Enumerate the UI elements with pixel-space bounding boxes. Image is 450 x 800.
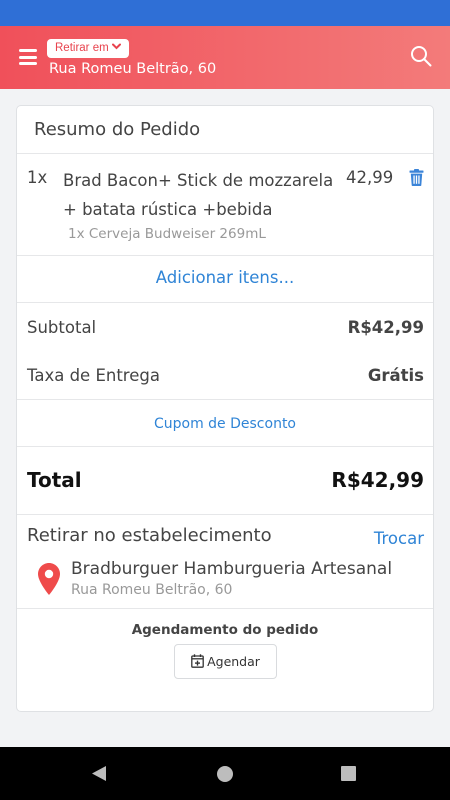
item-price: 42,99 <box>346 168 394 187</box>
pickup-title: Retirar no estabelecimento <box>27 525 272 546</box>
divider <box>17 302 433 303</box>
schedule-button[interactable]: Agendar <box>174 644 277 679</box>
android-nav-bar <box>0 747 450 800</box>
recent-apps-icon[interactable] <box>341 766 356 781</box>
order-summary-card: Resumo do Pedido 1x Brad Bacon+ Stick de… <box>16 105 434 712</box>
subtotal-value: R$42,99 <box>347 318 424 337</box>
divider <box>17 153 433 154</box>
coupon-link[interactable]: Cupom de Desconto <box>17 416 433 432</box>
trash-icon[interactable] <box>409 169 424 186</box>
app-header: Retirar em Rua Romeu Beltrão, 60 <box>0 26 450 89</box>
item-quantity: 1x <box>27 168 48 187</box>
schedule-title: Agendamento do pedido <box>131 622 319 638</box>
status-bar <box>0 0 450 26</box>
divider <box>17 608 433 609</box>
menu-icon[interactable] <box>19 49 37 65</box>
pickup-mode-label: Retirar em <box>55 42 109 54</box>
chevron-down-icon <box>111 43 121 50</box>
divider <box>17 514 433 515</box>
divider <box>17 255 433 256</box>
pickup-mode-dropdown[interactable]: Retirar em <box>47 39 129 58</box>
calendar-plus-icon <box>191 654 204 668</box>
total-label: Total <box>27 468 82 492</box>
search-icon[interactable] <box>410 45 432 67</box>
subtotal-label: Subtotal <box>27 318 97 337</box>
swap-link[interactable]: Trocar <box>374 529 424 548</box>
delivery-fee-value: Grátis <box>367 366 424 385</box>
total-value: R$42,99 <box>331 468 424 492</box>
store-address: Rua Romeu Beltrão, 60 <box>71 582 233 598</box>
home-icon[interactable] <box>217 766 233 782</box>
card-title: Resumo do Pedido <box>34 119 201 140</box>
item-extra: 1x Cerveja Budweiser 269mL <box>68 226 266 242</box>
schedule-button-label: Agendar <box>207 654 260 669</box>
item-name: Brad Bacon+ Stick de mozzarela + batata … <box>63 171 334 219</box>
back-icon[interactable] <box>91 765 107 782</box>
map-pin-icon <box>38 563 60 595</box>
divider <box>17 399 433 400</box>
add-items-link[interactable]: Adicionar itens... <box>17 268 433 287</box>
delivery-fee-label: Taxa de Entrega <box>27 366 160 385</box>
store-name: Bradburguer Hamburgueria Artesanal <box>71 559 393 579</box>
header-address[interactable]: Rua Romeu Beltrão, 60 <box>49 61 216 77</box>
divider <box>17 446 433 447</box>
